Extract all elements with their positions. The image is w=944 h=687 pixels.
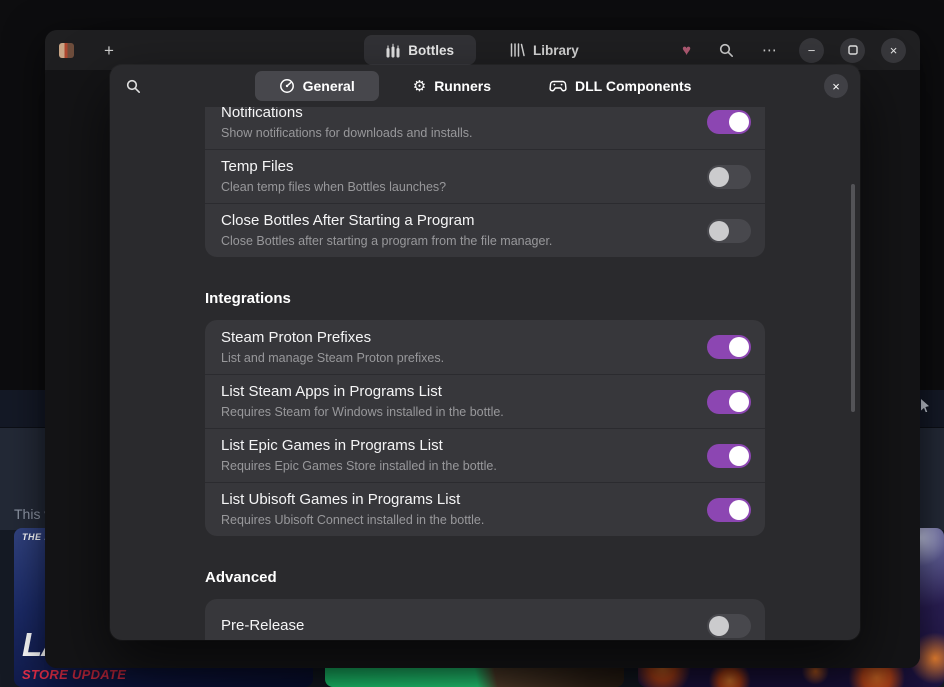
section-heading-integrations: Integrations [205,290,765,307]
tab-bottles[interactable]: Bottles [364,35,476,65]
settings-row-subtitle: Clean temp files when Bottles launches? [221,179,691,196]
settings-row-subtitle: Requires Epic Games Store installed in t… [221,458,691,475]
preferences-dialog: Notifications Show notifications for dow… [110,65,860,640]
heart-icon: ♥ [682,42,691,59]
settings-row-texts: List Epic Games in Programs List Require… [221,436,691,475]
menu-button[interactable]: ⋯ [756,39,783,62]
settings-row-subtitle: Show notifications for downloads and ins… [221,125,691,142]
minimize-button[interactable]: − [799,38,824,63]
preferences-scroll-area: Notifications Show notifications for dow… [110,107,860,640]
settings-group-general: Notifications Show notifications for dow… [205,107,765,257]
screen: This w THE FIN LA STORE UPDATE + [0,0,944,687]
dialog-scrollbar[interactable] [851,184,855,412]
settings-row[interactable]: List Steam Apps in Programs List Require… [205,374,765,428]
search-button[interactable] [713,39,740,62]
maximize-button[interactable] [840,38,865,63]
settings-row[interactable]: List Ubisoft Games in Programs List Requ… [205,482,765,536]
toggle-knob [709,221,729,241]
minimize-icon: − [808,44,816,57]
maximize-icon [848,45,858,55]
toggle-switch[interactable] [707,335,751,359]
tab-bottles-label: Bottles [408,43,454,58]
search-icon [126,79,141,94]
dialog-tab-dll-label: DLL Components [575,78,691,94]
toggle-switch[interactable] [707,444,751,468]
settings-row-title: List Epic Games in Programs List [221,436,691,456]
settings-row-subtitle: Requires Ubisoft Connect installed in th… [221,512,691,529]
toggle-switch[interactable] [707,110,751,134]
settings-row-texts: List Ubisoft Games in Programs List Requ… [221,490,691,529]
close-icon: × [832,80,840,93]
settings-row-title: Steam Proton Prefixes [221,328,691,348]
close-icon: × [890,44,898,57]
toggle-knob [709,167,729,187]
search-icon [719,43,734,58]
library-icon [510,43,525,57]
settings-row[interactable]: Pre-Release [205,599,765,640]
dialog-header: General ⚙ Runners DLL Components × [110,65,860,107]
close-window-button[interactable]: × [881,38,906,63]
settings-group-integrations: Steam Proton Prefixes List and manage St… [205,320,765,536]
settings-group-advanced: Pre-Release [205,599,765,640]
favorites-button[interactable]: ♥ [676,39,697,62]
settings-row[interactable]: Steam Proton Prefixes List and manage St… [205,320,765,374]
dialog-tab-runners-label: Runners [434,78,491,94]
tab-library[interactable]: Library [488,35,601,65]
dialog-close-button[interactable]: × [824,74,848,98]
settings-row-texts: Steam Proton Prefixes List and manage St… [221,328,691,367]
settings-row-texts: Temp Files Clean temp files when Bottles… [221,157,691,196]
settings-row-texts: Close Bottles After Starting a Program C… [221,211,691,250]
settings-row-subtitle: List and manage Steam Proton prefixes. [221,350,691,367]
settings-row-title: Notifications [221,107,691,123]
ellipsis-icon: ⋯ [762,42,777,59]
toggle-switch[interactable] [707,498,751,522]
toggle-knob [729,500,749,520]
settings-row-texts: Notifications Show notifications for dow… [221,107,691,142]
settings-row[interactable]: List Epic Games in Programs List Require… [205,428,765,482]
window-tab-bar: + Bottles [45,30,920,70]
dialog-tab-general-label: General [303,78,355,94]
settings-row-title: List Steam Apps in Programs List [221,382,691,402]
toggle-knob [729,337,749,357]
section-heading-advanced: Advanced [205,569,765,586]
dialog-tab-dll[interactable]: DLL Components [525,71,715,101]
toggle-knob [729,446,749,466]
store-banner-tagline: STORE UPDATE [22,667,126,682]
settings-row[interactable]: Temp Files Clean temp files when Bottles… [205,149,765,203]
runners-gear-icon: ⚙ [413,79,426,94]
settings-row-subtitle: Close Bottles after starting a program f… [221,233,691,250]
settings-row-title: Pre-Release [221,616,691,636]
settings-row[interactable]: Notifications Show notifications for dow… [205,107,765,149]
toggle-knob [729,112,749,132]
bottles-app-icon[interactable] [59,43,74,58]
toggle-knob [729,392,749,412]
general-settings-icon [279,78,295,94]
toggle-switch[interactable] [707,614,751,638]
settings-row-subtitle: Requires Steam for Windows installed in … [221,404,691,421]
dialog-search-button[interactable] [122,75,145,98]
dialog-tab-general[interactable]: General [255,71,379,101]
settings-row[interactable]: Close Bottles After Starting a Program C… [205,203,765,257]
gamepad-icon [549,80,567,93]
dialog-tab-runners[interactable]: ⚙ Runners [389,71,515,101]
settings-row-texts: Pre-Release [221,616,691,636]
toggle-switch[interactable] [707,165,751,189]
toggle-switch[interactable] [707,219,751,243]
settings-row-title: Temp Files [221,157,691,177]
toggle-knob [709,616,729,636]
new-tab-button[interactable]: + [98,38,120,63]
tab-library-label: Library [533,43,579,58]
settings-row-title: Close Bottles After Starting a Program [221,211,691,231]
bottles-icon [386,43,400,58]
settings-row-title: List Ubisoft Games in Programs List [221,490,691,510]
settings-row-texts: List Steam Apps in Programs List Require… [221,382,691,421]
toggle-switch[interactable] [707,390,751,414]
plus-icon: + [104,41,114,60]
